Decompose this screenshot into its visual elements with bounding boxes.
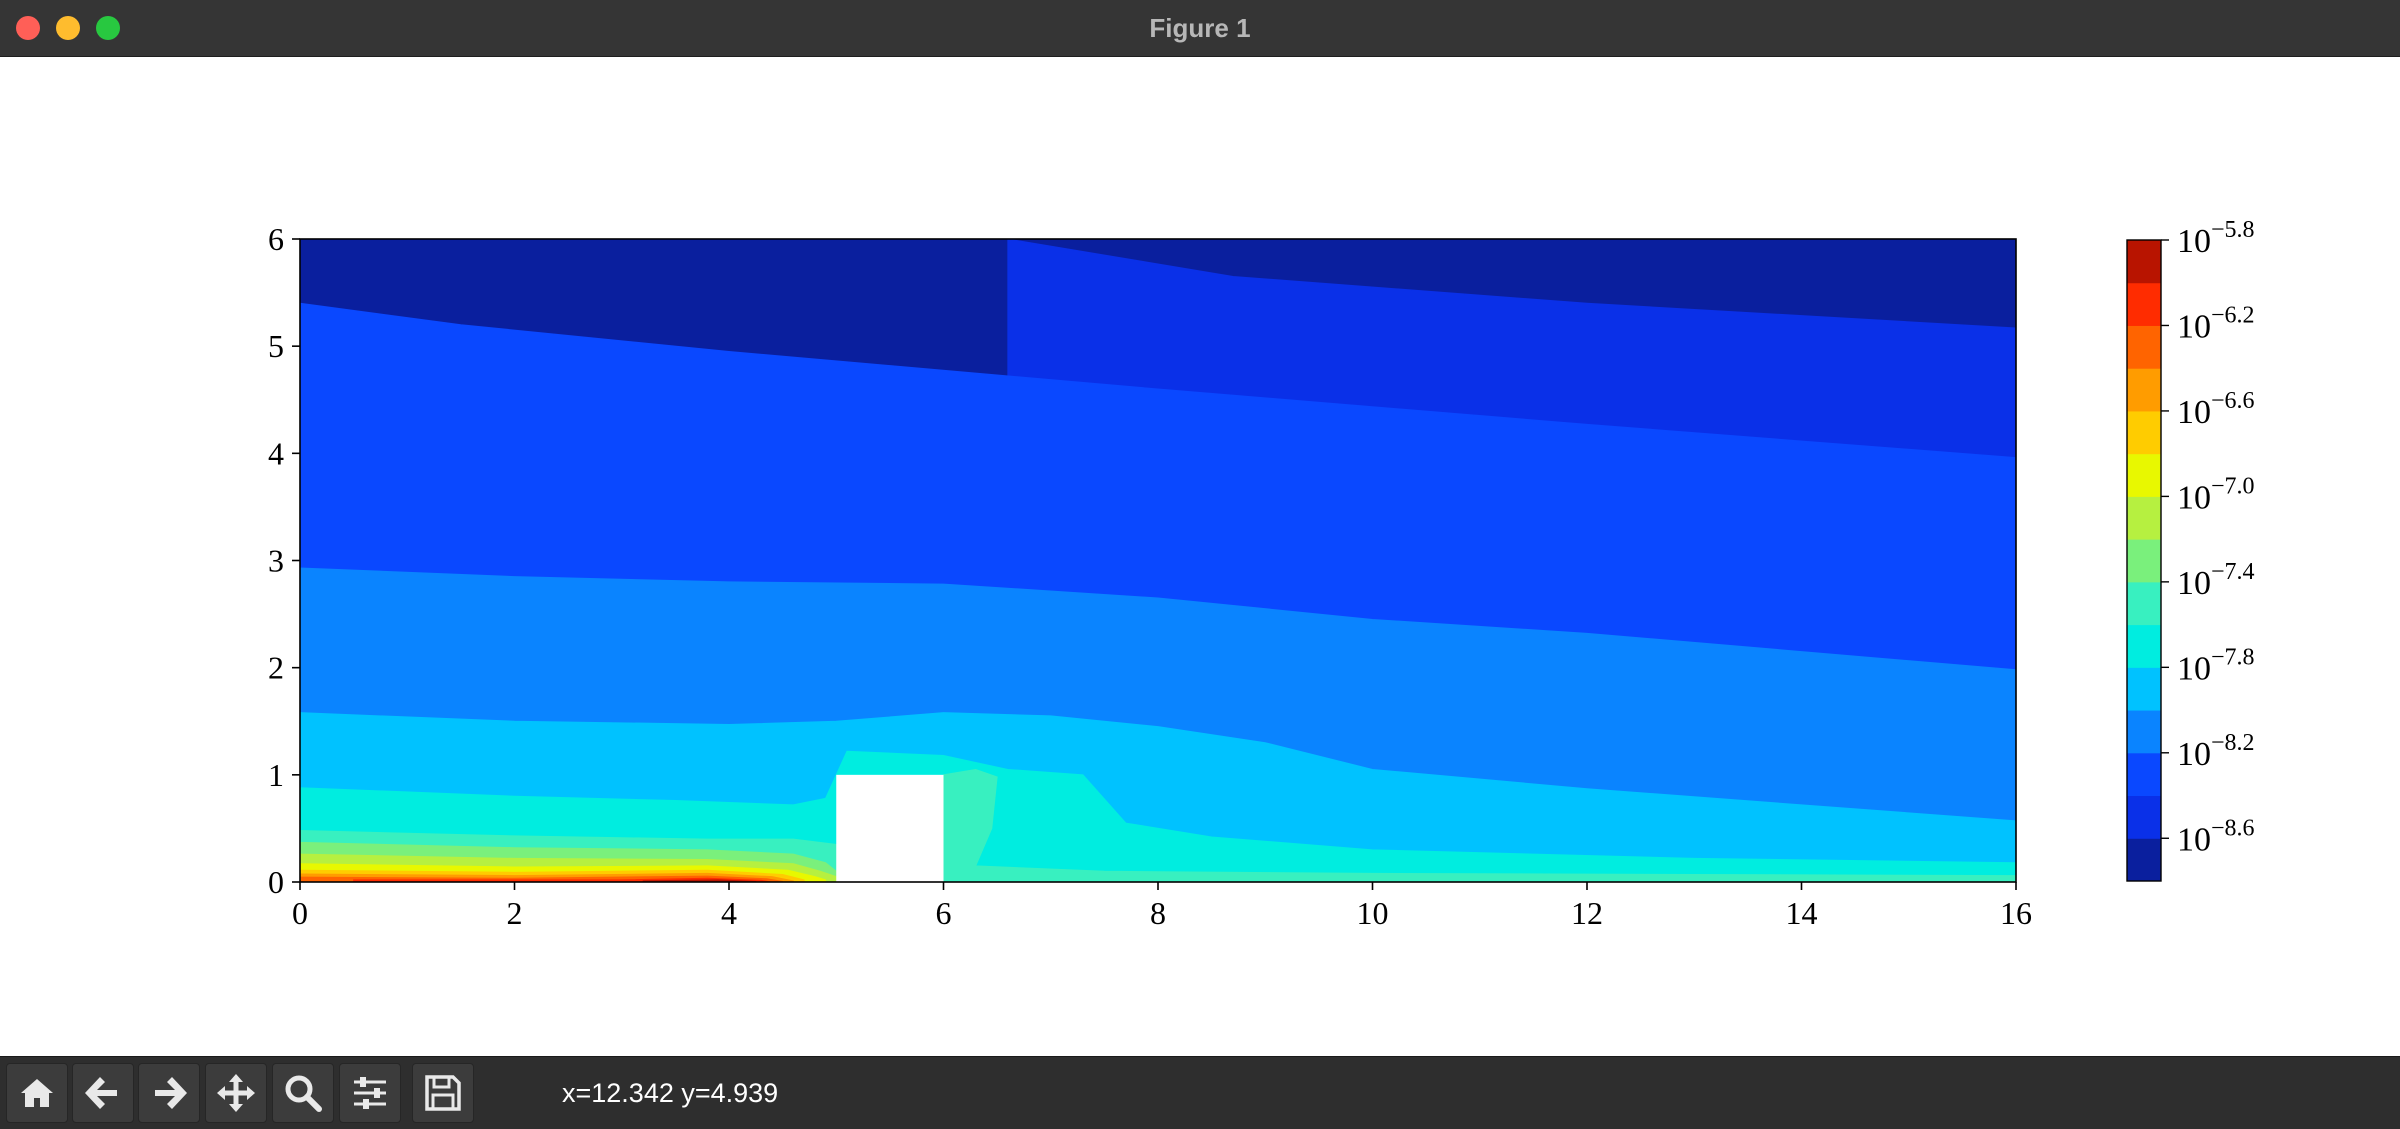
- colorbar-level: [2127, 624, 2161, 668]
- colorbar-tick-label: 10−7.0: [2177, 473, 2255, 516]
- title-bar[interactable]: Figure 1: [0, 0, 2400, 57]
- colorbar-tick-label: 10−5.8: [2177, 217, 2255, 260]
- colorbar-tick-label: 10−6.2: [2177, 302, 2255, 345]
- y-tick-label: 2: [268, 650, 284, 686]
- x-tick-label: 10: [1357, 895, 1389, 931]
- sliders-icon: [354, 1077, 386, 1109]
- figure-window: Figure 1 0 2 4 6 8 10 12 14 16 0 1 2 3 4 5 6 10−5.8 10−6…: [0, 0, 2400, 1129]
- figure-canvas[interactable]: 0 2 4 6 8 10 12 14 160123456 10−5.810−6.210−6.61…: [0, 57, 2400, 1055]
- arrow-right-icon: [155, 1077, 187, 1109]
- contour-field: [300, 239, 2016, 882]
- x-tick-label: 8: [1150, 895, 1166, 931]
- x-tick-label: 4: [721, 895, 737, 931]
- contour-level-14: [642, 879, 757, 882]
- x-tick-label: 16: [2000, 895, 2032, 931]
- colorbar-tick-label: 10−8.2: [2177, 730, 2255, 773]
- y-tick-label: 4: [268, 435, 284, 471]
- plot-axes[interactable]: 0 2 4 6 8 10 12 14 160123456: [268, 221, 2032, 931]
- colorbar-level: [2127, 667, 2161, 711]
- save-button[interactable]: [412, 1063, 474, 1123]
- colorbar-tick-label: 10−6.6: [2177, 388, 2255, 431]
- navigation-toolbar: x=12.342 y=4.939: [0, 1056, 2400, 1129]
- obstacle-block: [836, 774, 944, 882]
- colorbar: 10−5.8 10−6.2 10−6.6 10−7.0 10−7.4 10−7.8 10−8…: [2126, 217, 2255, 882]
- move-icon: [217, 1074, 255, 1112]
- y-tick-label: 3: [268, 543, 284, 579]
- x-tick-label: 12: [1571, 895, 1603, 931]
- colorbar-tick-label: 10−8.6: [2177, 815, 2255, 858]
- x-tick-label: 6: [936, 895, 952, 931]
- arrow-left-icon: [85, 1077, 117, 1109]
- colorbar-tick-label: 10−7.8: [2177, 644, 2255, 687]
- colorbar-level: [2127, 325, 2161, 369]
- x-tick-label: 2: [507, 895, 523, 931]
- cursor-coordinates: x=12.342 y=4.939: [562, 1078, 779, 1108]
- y-tick-label: 1: [268, 757, 284, 793]
- colorbar-level: [2127, 368, 2161, 412]
- contour-level-9: [300, 863, 827, 882]
- colorbar-level: [2127, 838, 2161, 882]
- configure-subplots-button[interactable]: [339, 1063, 401, 1123]
- colorbar-level: [2127, 752, 2161, 797]
- colorbar-level: [2127, 240, 2161, 284]
- magnifier-icon: [285, 1075, 322, 1112]
- colorbar-tick-label: 10−7.4: [2177, 559, 2255, 602]
- pan-button[interactable]: [205, 1063, 267, 1123]
- window-title: Figure 1: [1149, 13, 1251, 43]
- home-button[interactable]: [6, 1063, 68, 1123]
- x-tick-label: 14: [1786, 895, 1818, 931]
- colorbar-level: [2127, 539, 2161, 583]
- back-button[interactable]: [72, 1063, 134, 1123]
- colorbar-level: [2127, 282, 2161, 326]
- forward-button[interactable]: [138, 1063, 200, 1123]
- floppy-disk-icon: [425, 1075, 461, 1111]
- colorbar-level: [2127, 453, 2161, 497]
- y-tick-label: 6: [268, 221, 284, 257]
- zoom-button[interactable]: [272, 1063, 334, 1123]
- y-tick-label: 0: [268, 864, 284, 900]
- colorbar-level: [2127, 710, 2161, 754]
- y-tick-label: 5: [268, 328, 284, 364]
- colorbar-level: [2127, 496, 2161, 540]
- colorbar-level: [2127, 581, 2161, 626]
- colorbar-level: [2127, 795, 2161, 839]
- colorbar-level: [2127, 410, 2161, 455]
- x-tick-label: 0: [292, 895, 308, 931]
- home-icon: [21, 1079, 53, 1107]
